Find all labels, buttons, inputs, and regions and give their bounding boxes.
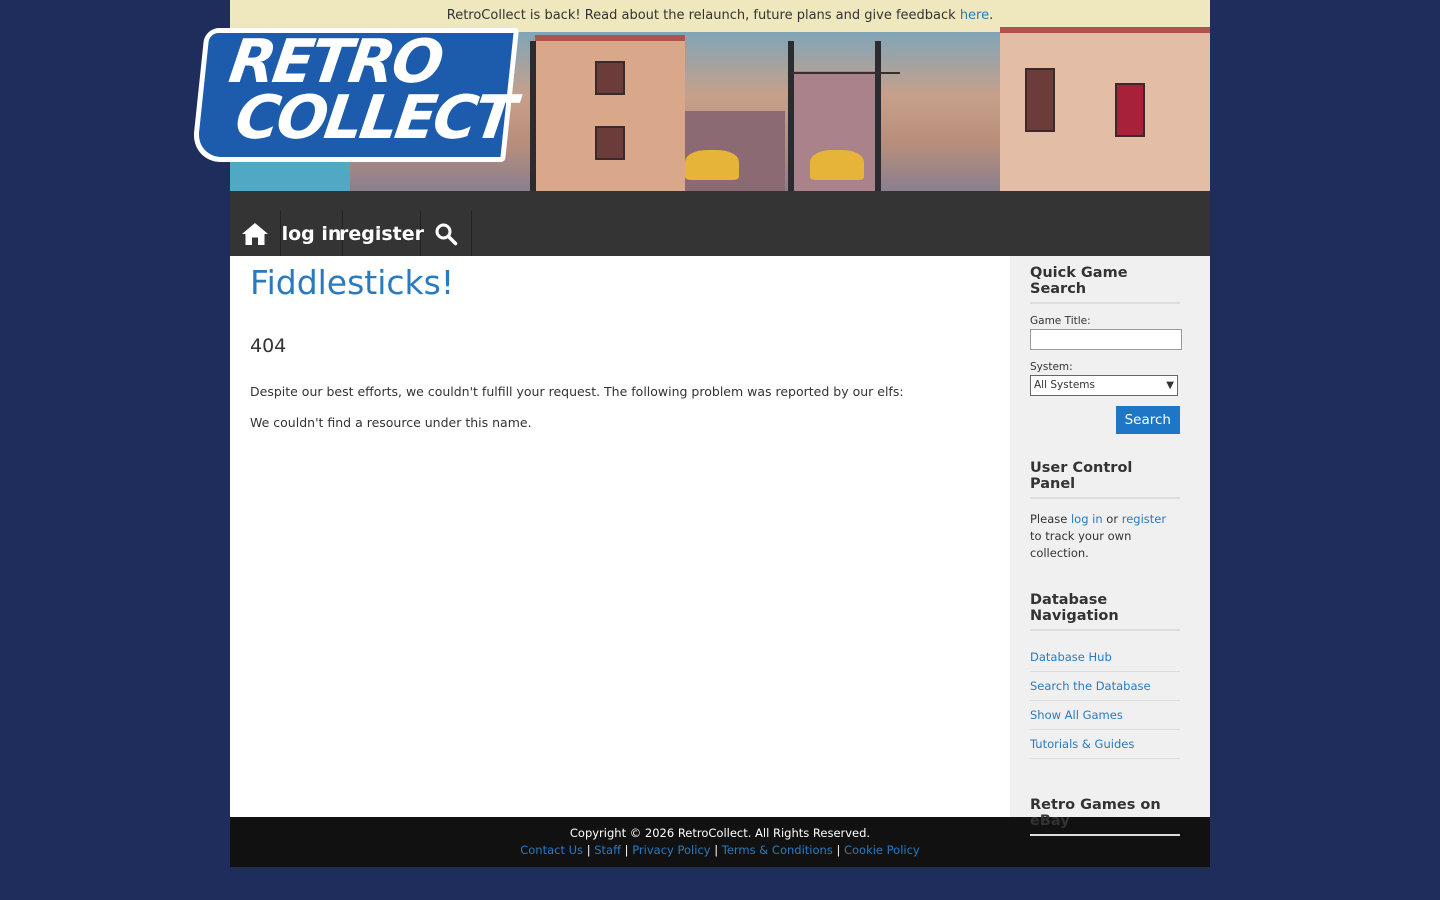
- content-column: Fiddlesticks! 404 Despite our best effor…: [230, 256, 1010, 817]
- footer-link-privacy[interactable]: Privacy Policy: [632, 843, 710, 857]
- site-logo[interactable]: RETRO COLLECT: [202, 27, 518, 153]
- user-panel-heading: User Control Panel: [1030, 460, 1180, 499]
- error-detail: We couldn't find a resource under this n…: [250, 415, 532, 430]
- banner-scenery: [685, 150, 739, 180]
- banner-scenery: [788, 41, 794, 191]
- ebay-heading: Retro Games on eBay: [1030, 797, 1180, 836]
- header-banner: RETRO COLLECT: [190, 27, 1210, 191]
- footer-separator: |: [714, 843, 719, 857]
- announcement-text: RetroCollect is back! Read about the rel…: [446, 8, 960, 23]
- sidebar-login-link[interactable]: log in: [1071, 512, 1103, 526]
- db-nav-item-all-games[interactable]: Show All Games: [1030, 701, 1180, 730]
- system-label: System:: [1030, 361, 1073, 373]
- page-wrapper: RetroCollect is back! Read about the rel…: [190, 0, 1210, 867]
- banner-scenery: [530, 41, 536, 191]
- db-nav-list: Database Hub Search the Database Show Al…: [1030, 643, 1180, 759]
- nav-login[interactable]: log in: [281, 211, 343, 256]
- footer-link-terms[interactable]: Terms & Conditions: [722, 843, 833, 857]
- sidebar: Quick Game Search Game Title: System: Al…: [1010, 256, 1210, 836]
- banner-scenery: [875, 41, 881, 191]
- game-title-label: Game Title:: [1030, 315, 1091, 327]
- main-area: Fiddlesticks! 404 Despite our best effor…: [230, 256, 1210, 836]
- banner-scenery: [790, 72, 900, 74]
- db-nav-item-tutorials[interactable]: Tutorials & Guides: [1030, 730, 1180, 759]
- user-panel-text-part: Please: [1030, 512, 1071, 526]
- footer-separator: |: [836, 843, 841, 857]
- footer-link-cookie[interactable]: Cookie Policy: [844, 843, 920, 857]
- nav-search[interactable]: [421, 211, 472, 256]
- search-icon: [435, 223, 458, 245]
- system-select[interactable]: All Systems ▼: [1030, 375, 1178, 396]
- quick-search-heading: Quick Game Search: [1030, 265, 1180, 304]
- user-panel-text-part: or: [1102, 512, 1122, 526]
- chevron-down-icon: ▼: [1166, 380, 1174, 391]
- db-nav-item-hub[interactable]: Database Hub: [1030, 643, 1180, 672]
- search-button[interactable]: Search: [1115, 406, 1180, 434]
- error-message: Despite our best efforts, we couldn't fu…: [250, 384, 904, 399]
- nav-home[interactable]: [230, 211, 281, 256]
- footer-links: Contact Us | Staff | Privacy Policy | Te…: [230, 842, 1210, 859]
- nav-register[interactable]: register: [339, 211, 424, 256]
- sidebar-register-link[interactable]: register: [1122, 512, 1166, 526]
- logo-line-1: RETRO: [225, 27, 446, 97]
- banner-scenery: [535, 35, 685, 191]
- banner-scenery: [1000, 27, 1210, 191]
- banner-scenery: [810, 150, 864, 180]
- announcement-link[interactable]: here: [960, 8, 989, 23]
- error-code: 404: [250, 335, 287, 357]
- user-panel-text-part: to track your own collection.: [1030, 529, 1132, 560]
- footer-link-contact[interactable]: Contact Us: [520, 843, 583, 857]
- user-panel-text: Please log in or register to track your …: [1030, 511, 1180, 562]
- announcement-suffix: .: [989, 8, 994, 23]
- footer-separator: |: [586, 843, 591, 857]
- game-title-input[interactable]: [1030, 329, 1182, 350]
- home-icon: [242, 222, 268, 245]
- footer-link-staff[interactable]: Staff: [594, 843, 621, 857]
- system-select-value: All Systems: [1034, 379, 1095, 391]
- logo-line-2: COLLECT: [231, 83, 518, 153]
- db-nav-item-search[interactable]: Search the Database: [1030, 672, 1180, 701]
- main-nav: log in register: [230, 191, 1210, 256]
- db-nav-heading: Database Navigation: [1030, 592, 1180, 631]
- page-title: Fiddlesticks!: [250, 263, 455, 302]
- footer-separator: |: [624, 843, 629, 857]
